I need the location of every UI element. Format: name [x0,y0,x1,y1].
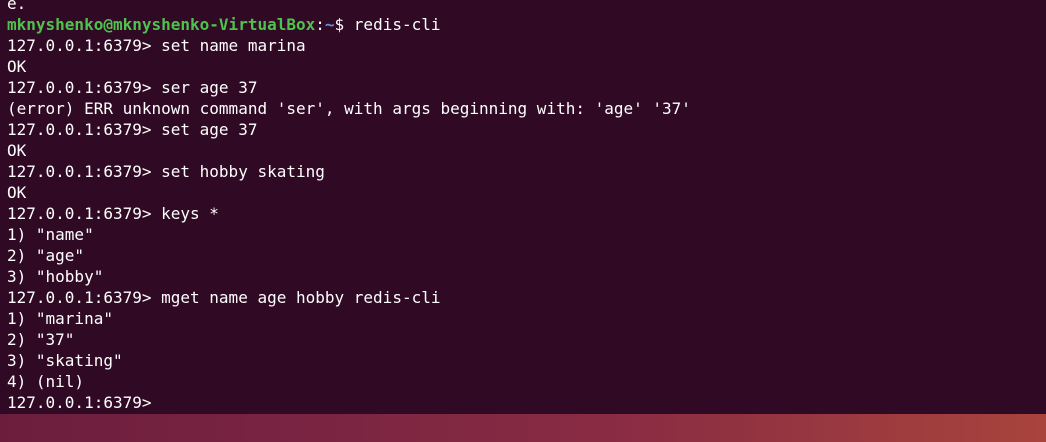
redis-output-line: OK [7,141,27,160]
redis-output-line: 4) (nil) [7,372,85,391]
prompt-symbol: $ [334,15,354,34]
prompt-user-host: mknyshenko@mknyshenko-VirtualBox [7,15,316,34]
redis-current-prompt[interactable]: 127.0.0.1:6379> [7,392,152,413]
redis-command-line: 127.0.0.1:6379> set name marina [7,36,306,55]
redis-output-line: OK [7,183,27,202]
redis-command-line: 127.0.0.1:6379> set age 37 [7,120,258,139]
redis-output-line: 2) "age" [7,246,85,265]
desktop-wallpaper-strip [0,414,1046,442]
prompt-path: ~ [324,15,335,34]
redis-output-line: OK [7,57,27,76]
terminal-window[interactable]: e. mknyshenko@mknyshenko-VirtualBox:~$ r… [0,0,1046,414]
redis-error-line: (error) ERR unknown command 'ser', with … [7,99,691,118]
redis-output-line: 3) "hobby" [7,267,104,286]
redis-output-line: 2) "37" [7,330,75,349]
redis-output-line: 1) "name" [7,225,94,244]
previous-output-fragment: e. [7,0,27,13]
shell-command: redis-cli [353,15,441,34]
redis-output-line: 1) "marina" [7,309,113,328]
redis-command-line: 127.0.0.1:6379> keys * [7,204,219,223]
redis-command-line: 127.0.0.1:6379> mget name age hobby redi… [7,288,441,307]
redis-output-line: 3) "skating" [7,351,123,370]
redis-command-line: 127.0.0.1:6379> ser age 37 [7,78,258,97]
prompt-colon: : [315,15,325,34]
shell-prompt-line: mknyshenko@mknyshenko-VirtualBox:~$ redi… [7,14,441,35]
redis-command-line: 127.0.0.1:6379> set hobby skating [7,162,325,181]
